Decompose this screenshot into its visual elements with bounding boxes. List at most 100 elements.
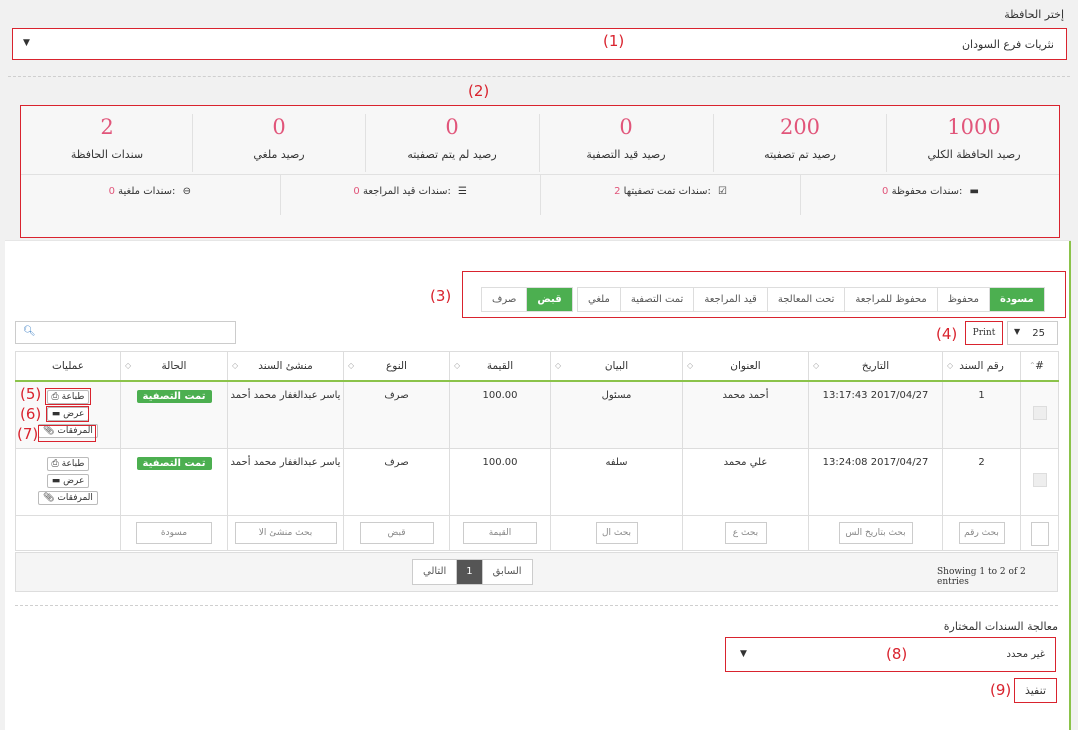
list-icon: ☰ [458,186,467,197]
cell-amount: 100.00 [449,380,551,449]
next-page-button[interactable]: التالي [413,560,456,584]
row-checkbox[interactable] [1032,405,1047,420]
prev-page-button[interactable]: السابق [481,560,532,584]
caret-down-icon: ▼ [740,649,747,659]
stat-label: رصيد قيد التصفية [586,148,666,161]
annotation-6: (6) [20,405,42,423]
cell-date: 2017/04/27 13:24:08 [808,448,943,516]
col-header-status[interactable]: الحالة ◇ [120,351,228,382]
stat-settling-balance: 0 رصيد قيد التصفية [540,114,712,172]
wallet-selected-value: نثريات فرع السودان [961,38,1054,51]
tab-saved-for-review[interactable]: محفوظ للمراجعة [844,288,936,311]
col-header-number[interactable]: رقم السند ◇ [942,351,1021,382]
annotation-8: (8) [886,645,908,663]
print-row-button[interactable]: طباعة ⎙ [46,457,90,471]
annotation-9: (9) [990,681,1012,699]
filter-amount-input[interactable]: القيمة [463,522,537,544]
status-badge: تمت التصفية [136,457,212,470]
substat-saved: 0 سندات محفوظة: ▬ [882,186,979,197]
print-button[interactable]: Print [965,321,1003,345]
search-icon: 🔍︎ [23,326,36,337]
stat-value: 200 [779,115,821,139]
minus-circle-icon: ⊖ [182,186,191,197]
stat-value: 0 [619,115,633,139]
sort-icon: ◇ [813,361,820,370]
col-header-date[interactable]: التاريخ ◇ [808,351,943,382]
filter-creator-input[interactable]: بحث منشئ الا [234,522,337,544]
stat-total-balance: 1000 رصيد الحافظة الكلي [888,114,1060,172]
col-header-type[interactable]: النوع ◇ [343,351,450,382]
filter-date-input[interactable]: بحث بتاريخ الس [838,522,913,544]
row-checkbox[interactable] [1032,473,1047,487]
col-header-actions: عمليات [15,351,121,382]
cell-title: أحمد محمد [682,380,809,449]
cell-date: 2017/04/27 13:17:43 [808,380,943,449]
page-1-button[interactable]: 1 [456,560,482,584]
cell-type: صرف [343,448,450,516]
table-footer: Showing 1 to 2 of 2 entries السابق 1 الت… [15,552,1058,592]
card-icon: ▬ [51,476,61,486]
caret-down-icon: ▼ [23,38,30,48]
filter-checkbox[interactable] [1030,522,1049,546]
annotation-4: (4) [936,325,958,343]
tab-receipt[interactable]: قبض [526,288,572,311]
view-row-button[interactable]: عرض ▬ [46,474,90,488]
stat-value: 0 [445,115,459,139]
cell-actions: طباعة ⎙ عرض ▬ المرفقات 📎︎ [15,448,121,516]
annotation-5: (5) [20,385,42,403]
tab-saved[interactable]: محفوظ [936,288,989,311]
sort-icon: ⌃ [1029,361,1036,370]
filter-row: بحث رقم بحث بتاريخ الس بحث ع بحث ال القي… [15,515,1059,551]
col-header-description[interactable]: البيان ◇ [550,351,683,382]
stat-label: رصيد تم تصفيته [764,148,836,161]
tab-cancelled[interactable]: ملغي [578,288,620,311]
filter-status-input[interactable]: مسودة [136,522,212,544]
cell-description: سلفه [550,448,683,516]
wallet-label: إختر الحافظة [1004,8,1064,21]
highlight-attachments [38,425,96,442]
cell-creator: ياسر عبدالغفار محمد أحمد [227,448,344,516]
wallet-select[interactable]: نثريات فرع السودان ▼ [12,28,1067,60]
processing-selected-value: غير محدد [1006,649,1045,660]
substat-cancelled: 0 سندات ملغية: ⊖ [108,186,191,197]
printer-icon: ⎙ [51,459,59,469]
status-badge: تمت التصفية [136,389,212,403]
tab-draft[interactable]: مسودة [988,288,1044,311]
tab-under-review[interactable]: قيد المراجعة [693,288,767,311]
stat-label: رصيد لم يتم تصفيته [407,148,497,161]
col-header-amount[interactable]: القيمة ◇ [449,351,551,382]
card-icon: ▬ [969,186,979,197]
tab-processing[interactable]: تحت المعالجة [766,288,845,311]
attachments-row-button[interactable]: المرفقات 📎︎ [38,491,98,505]
table-row: 2 2017/04/27 13:24:08 علي محمد سلفه 100.… [15,448,1059,516]
search-input[interactable]: 🔍︎ [15,321,236,344]
filter-title-input[interactable]: بحث ع [724,522,767,544]
col-header-title[interactable]: العنوان ◇ [682,351,809,382]
highlight-print [45,388,91,405]
tab-payment[interactable]: صرف [482,288,526,311]
stat-settled-balance: 200 رصيد تم تصفيته [714,114,886,172]
sort-icon: ◇ [232,361,239,370]
divider [15,605,1058,606]
cell-title: علي محمد [682,448,809,516]
processing-title: معالجة السندات المختارة [943,620,1058,633]
tab-settled[interactable]: تمت التصفية [619,288,694,311]
pagination: السابق 1 التالي [412,559,533,585]
execute-button[interactable]: تنفيذ [1014,678,1057,703]
col-header-creator[interactable]: منشئ السند ◇ [227,351,344,382]
annotation-2: (2) [468,82,490,100]
filter-number-input[interactable]: بحث رقم [958,522,1005,544]
stat-cancelled-balance: 0 رصيد ملغي [193,114,365,172]
sort-icon: ◇ [555,361,562,370]
sort-icon: ◇ [687,361,694,370]
cell-type: صرف [343,380,450,449]
table-row: 1 2017/04/27 13:17:43 أحمد محمد مسئول 10… [15,380,1059,449]
page-size-select[interactable]: 25 ▼ [1007,321,1058,345]
col-header-index[interactable]: # ⌃ [1020,351,1059,382]
sort-icon: ◇ [454,361,461,370]
substat-settled: 2 سندات تمت تصفيتها: ☑ [614,186,727,197]
filter-description-input[interactable]: بحث ال [595,522,638,544]
stat-unsettled-balance: 0 رصيد لم يتم تصفيته [366,114,538,172]
filter-type-input[interactable]: قبض [359,522,434,544]
wallet-stats-panel: 1000 رصيد الحافظة الكلي 200 رصيد تم تصفي… [20,105,1060,238]
